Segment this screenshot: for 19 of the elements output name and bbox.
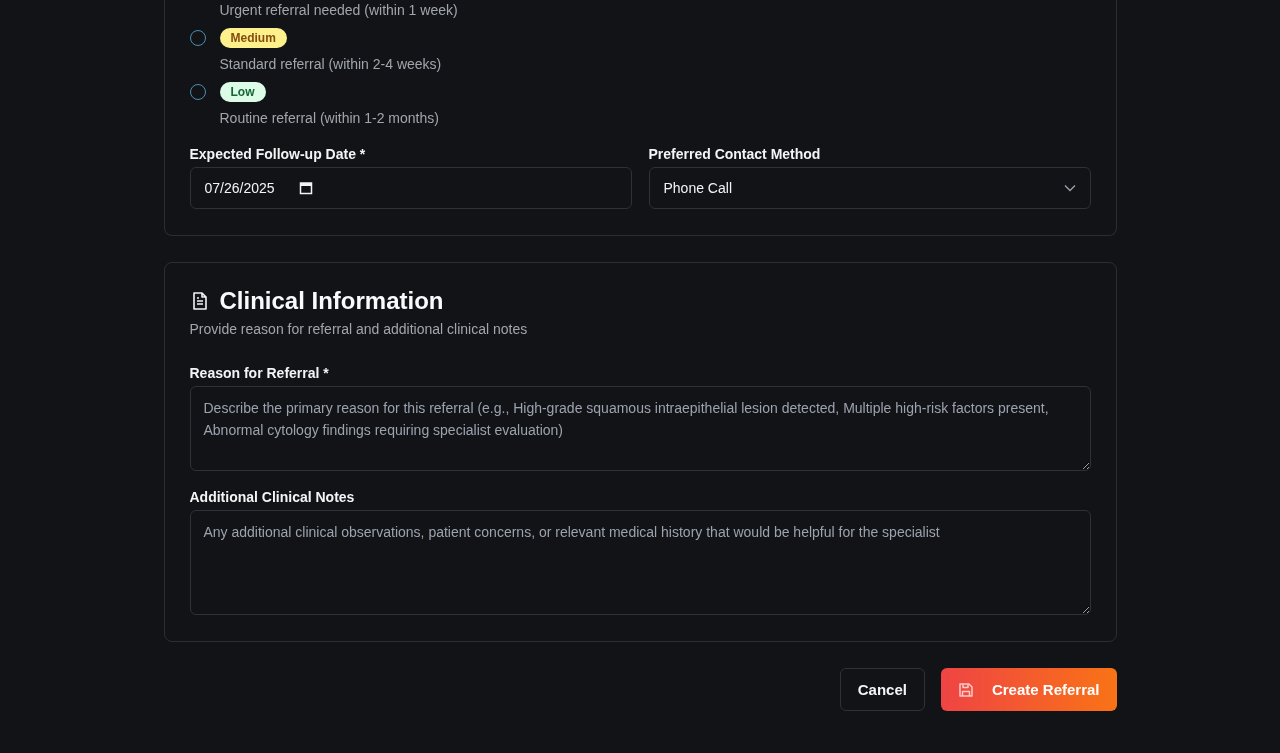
text-area[interactable]: Describe the primary reason for this referral (e.g., High-grade squamous intraepithelial lesion detected, Multiple high-risk factors present, Abnormal cytology findings requiring specialist evaluation) xyxy=(189,386,1091,471)
priority-description: Urgent referral needed (within 1 week) xyxy=(219,2,459,18)
priority-badge: Medium xyxy=(219,28,287,48)
text-area[interactable]: Any additional clinical observations, patient concerns, or relevant medical history that would be helpful for the specialist xyxy=(189,510,1091,615)
calendar-icon xyxy=(298,181,313,195)
date-field[interactable]: 07/26/2025 xyxy=(189,167,632,209)
priority-description: Routine referral (within 1-2 months) xyxy=(219,110,439,126)
chevron-down-icon xyxy=(1063,184,1076,192)
section-subtitle: Provide reason for referral and additional clinical notes xyxy=(189,321,529,337)
field-label: Reason for Referral * xyxy=(189,365,330,381)
section-title: Clinical Information xyxy=(219,287,444,315)
save-icon xyxy=(957,681,974,698)
field-label: Additional Clinical Notes xyxy=(189,489,356,505)
cancel-button[interactable]: Cancel xyxy=(839,668,925,711)
field-label: Preferred Contact Method xyxy=(648,146,822,162)
contact-method-select[interactable]: Phone Call xyxy=(648,167,1091,209)
priority-badge: Low xyxy=(219,82,266,102)
priority-description: Standard referral (within 2-4 weeks) xyxy=(219,56,442,72)
field-label: Expected Follow-up Date * xyxy=(189,146,367,162)
